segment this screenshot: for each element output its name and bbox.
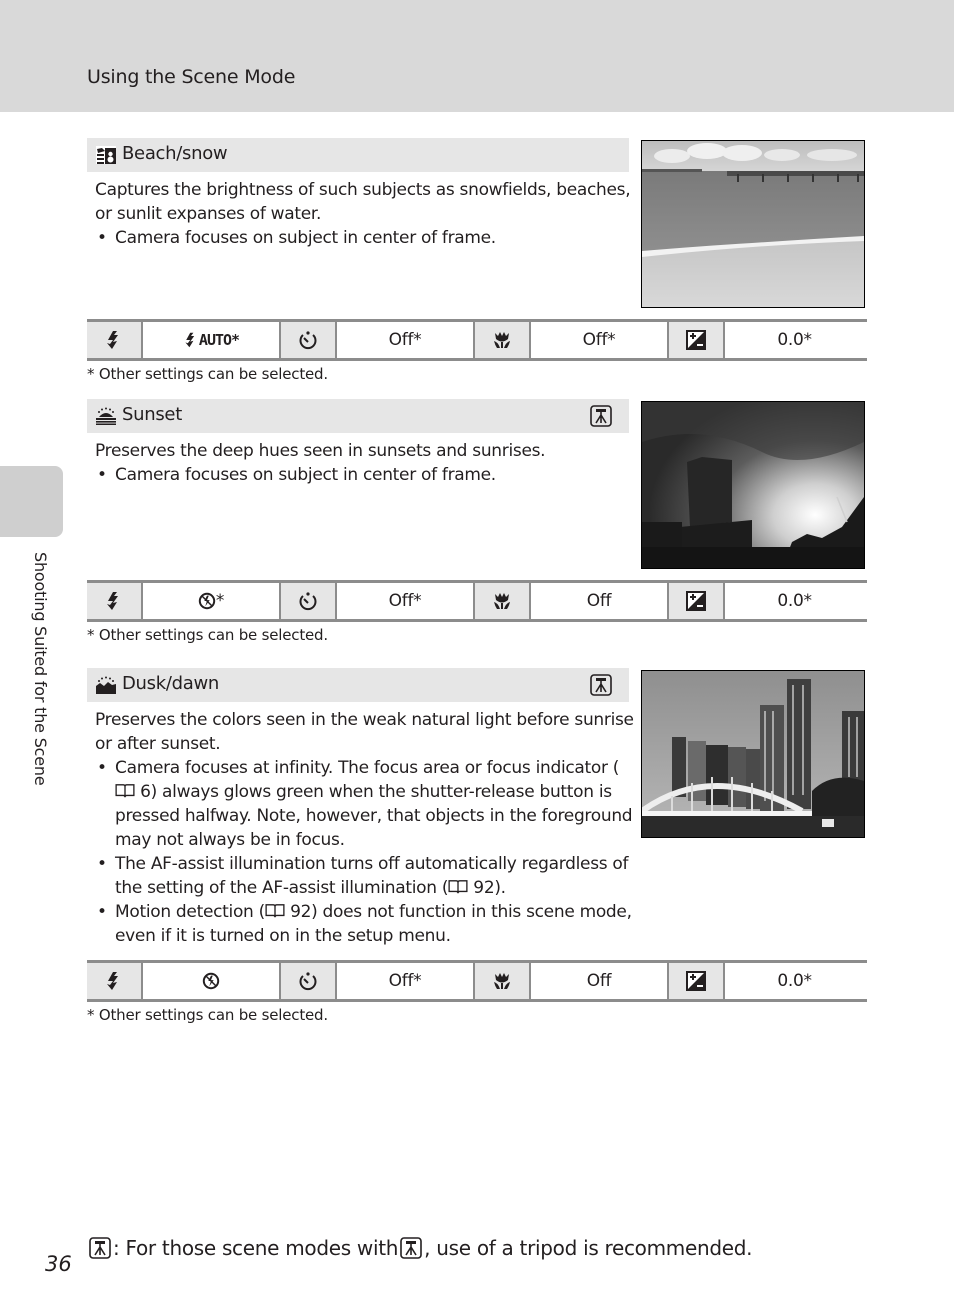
- macro-mode-icon: [475, 322, 531, 358]
- macro-mode-icon: [475, 583, 531, 619]
- flash-mode-icon: [87, 963, 143, 999]
- bullet-item: Motion detection ( 92) does not function…: [95, 900, 635, 948]
- beach-photo: [641, 140, 865, 308]
- book-reference-icon: [448, 879, 468, 895]
- section-title: Sunset: [122, 404, 182, 425]
- self-timer-icon: [281, 322, 337, 358]
- flash-mode-value: *: [143, 583, 281, 619]
- book-reference-icon: [265, 903, 285, 919]
- exposure-compensation-value: 0.0*: [725, 963, 864, 999]
- bullet-item: Camera focuses on subject in center of f…: [95, 463, 635, 487]
- exposure-compensation-icon: [669, 583, 725, 619]
- section-title: Dusk/dawn: [122, 673, 220, 694]
- description-text: Preserves the deep hues seen in sunsets …: [95, 441, 546, 461]
- section-description: Preserves the colors seen in the weak na…: [95, 708, 635, 948]
- exposure-compensation-icon: [669, 322, 725, 358]
- settings-table: * Off* Off 0.0*: [87, 580, 867, 622]
- flash-mode-text: AUTO*: [198, 331, 240, 349]
- macro-mode-icon: [475, 963, 531, 999]
- section-description: Preserves the deep hues seen in sunsets …: [95, 439, 635, 487]
- section-beach-snow: Beach/snow Captures the brightness of su…: [87, 138, 867, 388]
- tripod-icon: [590, 674, 612, 696]
- exposure-compensation-value: 0.0*: [725, 322, 864, 358]
- section-dusk-dawn: Dusk/dawn Preserves the colors seen in t…: [87, 668, 867, 1028]
- dusk-dawn-icon: [96, 676, 116, 694]
- section-description: Captures the brightness of such subjects…: [95, 178, 635, 250]
- description-text: Preserves the colors seen in the weak na…: [95, 710, 634, 754]
- flash-mode-text: *: [215, 591, 225, 611]
- section-header: Dusk/dawn: [87, 668, 629, 702]
- flash-mode-value: AUTO*: [143, 322, 281, 358]
- self-timer-value: Off*: [337, 963, 475, 999]
- section-title: Beach/snow: [122, 143, 228, 164]
- flash-off-icon: [198, 592, 216, 610]
- self-timer-value: Off*: [337, 583, 475, 619]
- self-timer-value: Off*: [337, 322, 475, 358]
- sunset-icon: [96, 407, 116, 425]
- flash-off-icon: [202, 972, 220, 990]
- flash-mode-icon: [87, 322, 143, 358]
- page-header-title: Using the Scene Mode: [87, 66, 296, 88]
- tripod-icon: [590, 405, 612, 427]
- flash-mode-icon: [87, 583, 143, 619]
- page-number: 36: [45, 1252, 72, 1276]
- tripod-icon: [89, 1237, 111, 1259]
- tripod-note-text-1: : For those scene modes with: [113, 1236, 399, 1260]
- tripod-note-text-2: , use of a tripod is recommended.: [424, 1236, 753, 1260]
- bullet-item: Camera focuses on subject in center of f…: [95, 226, 635, 250]
- footnote: * Other settings can be selected.: [87, 1006, 328, 1024]
- settings-table: Off* Off 0.0*: [87, 960, 867, 1002]
- tripod-icon: [400, 1237, 422, 1259]
- section-sunset: Sunset Preserves the deep hues seen in s…: [87, 399, 867, 649]
- chapter-tab[interactable]: [0, 466, 63, 537]
- book-reference-icon: [115, 783, 135, 799]
- description-text: Captures the brightness of such subjects…: [95, 180, 631, 224]
- flash-mode-value: [143, 963, 281, 999]
- footnote: * Other settings can be selected.: [87, 626, 328, 644]
- beach-snow-icon: [96, 146, 116, 164]
- bullet-item: The AF-assist illumination turns off aut…: [95, 852, 635, 900]
- self-timer-icon: [281, 963, 337, 999]
- flash-auto-icon: [183, 331, 199, 349]
- chapter-label: Shooting Suited for the Scene: [31, 552, 50, 786]
- macro-mode-value: Off*: [531, 322, 669, 358]
- settings-table: AUTO* Off* Off* 0.0*: [87, 319, 867, 361]
- macro-mode-value: Off: [531, 583, 669, 619]
- footnote: * Other settings can be selected.: [87, 365, 328, 383]
- tripod-note: : For those scene modes with , use of a …: [87, 1236, 753, 1260]
- bullet-item: Camera focuses at infinity. The focus ar…: [95, 756, 635, 852]
- section-header: Sunset: [87, 399, 629, 433]
- header-band: [0, 0, 954, 112]
- section-header: Beach/snow: [87, 138, 629, 172]
- exposure-compensation-value: 0.0*: [725, 583, 864, 619]
- dusk-city-photo: [641, 670, 865, 838]
- sunset-photo: [641, 401, 865, 569]
- exposure-compensation-icon: [669, 963, 725, 999]
- macro-mode-value: Off: [531, 963, 669, 999]
- self-timer-icon: [281, 583, 337, 619]
